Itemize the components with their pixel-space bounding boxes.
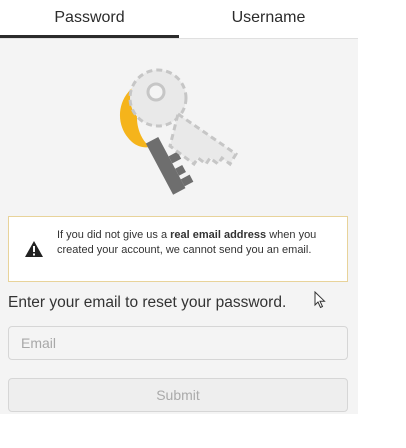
tab-password[interactable]: Password [0,0,179,38]
reset-panel: Password Username If you did not give us [0,0,358,414]
notice-text-before: If you did not give us a [57,229,171,241]
submit-button[interactable]: Submit [8,378,348,412]
reset-prompt: Enter your email to reset your password. [8,294,287,311]
tab-bar: Password Username [0,0,358,38]
tab-username-label: Username [231,9,306,26]
key-icon [119,68,239,195]
tab-divider [0,38,358,39]
email-input[interactable] [8,326,348,360]
notice-text-bold: real email address [170,229,267,241]
mouse-pointer-icon [314,291,326,309]
email-notice: If you did not give us a real email addr… [8,216,348,282]
notice-text: If you did not give us a real email addr… [57,228,347,258]
tab-password-label: Password [54,9,125,26]
warning-icon [25,241,43,257]
tab-username[interactable]: Username [179,0,358,38]
